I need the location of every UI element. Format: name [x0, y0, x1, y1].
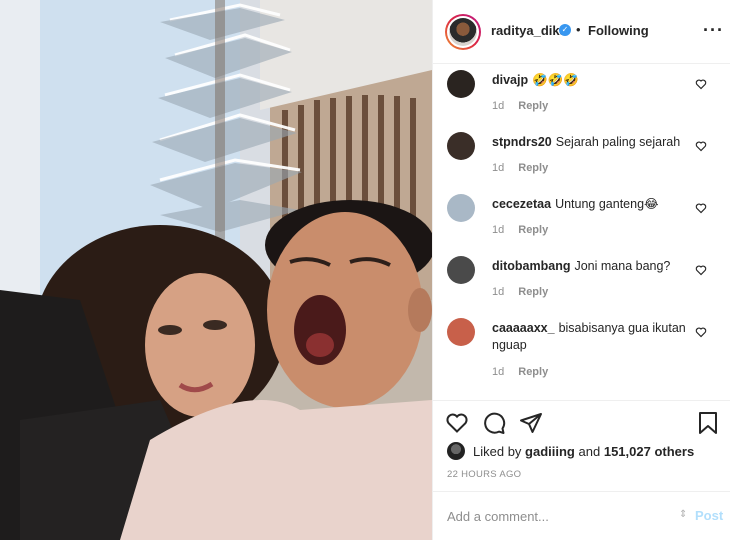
liker-avatar[interactable]: [447, 442, 465, 460]
reply-button[interactable]: Reply: [518, 366, 548, 378]
comment-time: 1d: [492, 224, 505, 236]
comment-text: Sejarah paling sejarah: [555, 135, 681, 149]
more-options-icon[interactable]: ···: [703, 20, 724, 41]
post-actions-bar: [433, 400, 730, 444]
comment-time: 1d: [492, 100, 505, 112]
comments-list: divajp 🤣🤣🤣 1d Reply stpndrs20 Sejarah palin…: [433, 64, 730, 400]
comment-username[interactable]: divajp: [492, 73, 528, 87]
scroll-arrows-icon[interactable]: ⇕: [679, 509, 691, 523]
comment-input[interactable]: [447, 507, 667, 525]
verified-badge-icon: ✓: [559, 24, 571, 36]
post-timestamp[interactable]: 22 HOURS AGO: [447, 469, 521, 480]
comment-username[interactable]: ditobambang: [492, 259, 570, 273]
add-comment-bar: ⇕ Post: [433, 491, 730, 540]
likes-summary: Liked by gadiiing and 151,027 others: [447, 440, 694, 462]
comment-text: Joni mana bang?: [574, 259, 671, 273]
comment-bubble-icon[interactable]: [482, 411, 506, 435]
author-avatar[interactable]: [445, 14, 481, 50]
comment-avatar[interactable]: [447, 132, 475, 160]
bookmark-icon[interactable]: [697, 411, 719, 435]
likes-prefix: Liked by: [473, 443, 522, 459]
heart-outline-icon[interactable]: [695, 140, 707, 152]
reply-button[interactable]: Reply: [518, 224, 548, 236]
liker-username[interactable]: gadiiing: [525, 444, 575, 459]
comment-avatar[interactable]: [447, 256, 475, 284]
comment-text: Untung ganteng😂: [555, 197, 659, 211]
comment-time: 1d: [492, 162, 505, 174]
likes-conjunction: and: [578, 443, 601, 459]
comment-username[interactable]: cecezetaa: [492, 197, 551, 211]
heart-outline-icon[interactable]: [445, 411, 469, 435]
reply-button[interactable]: Reply: [518, 100, 548, 112]
paper-plane-icon[interactable]: [519, 411, 543, 435]
reply-button[interactable]: Reply: [518, 162, 548, 174]
heart-outline-icon[interactable]: [695, 78, 707, 90]
heart-outline-icon[interactable]: [695, 264, 707, 276]
heart-outline-icon[interactable]: [695, 326, 707, 338]
likes-count[interactable]: 151,027 others: [604, 444, 694, 459]
comment-time: 1d: [492, 366, 505, 378]
post-side-panel: raditya_dika ✓ • Following ··· divajp 🤣🤣🤣…: [432, 0, 730, 540]
post-photo[interactable]: [0, 0, 432, 540]
author-username[interactable]: raditya_dika: [491, 23, 567, 38]
comment-username[interactable]: caaaaaxx_: [492, 321, 555, 335]
comment-username[interactable]: stpndrs20: [492, 135, 552, 149]
reply-button[interactable]: Reply: [518, 286, 548, 298]
comment-avatar[interactable]: [447, 318, 475, 346]
post-button[interactable]: Post: [695, 508, 723, 523]
header-separator: •: [576, 22, 581, 37]
post-header: raditya_dika ✓ • Following ···: [433, 0, 730, 64]
heart-outline-icon[interactable]: [695, 202, 707, 214]
comment-text: 🤣🤣🤣: [532, 73, 579, 87]
following-button[interactable]: Following: [588, 23, 649, 38]
comment-time: 1d: [492, 286, 505, 298]
comment-avatar[interactable]: [447, 70, 475, 98]
comment-avatar[interactable]: [447, 194, 475, 222]
